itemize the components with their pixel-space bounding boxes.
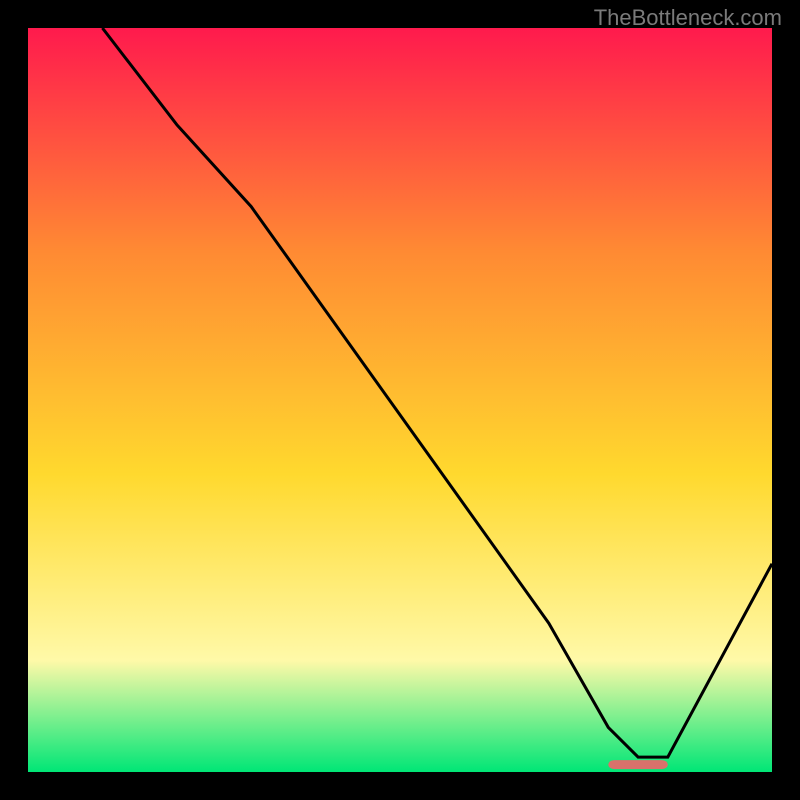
chart-svg (28, 28, 772, 772)
chart-plot-area (28, 28, 772, 772)
watermark-text: TheBottleneck.com (594, 5, 782, 31)
optimal-range-marker (608, 760, 668, 769)
chart-background-gradient (28, 28, 772, 772)
